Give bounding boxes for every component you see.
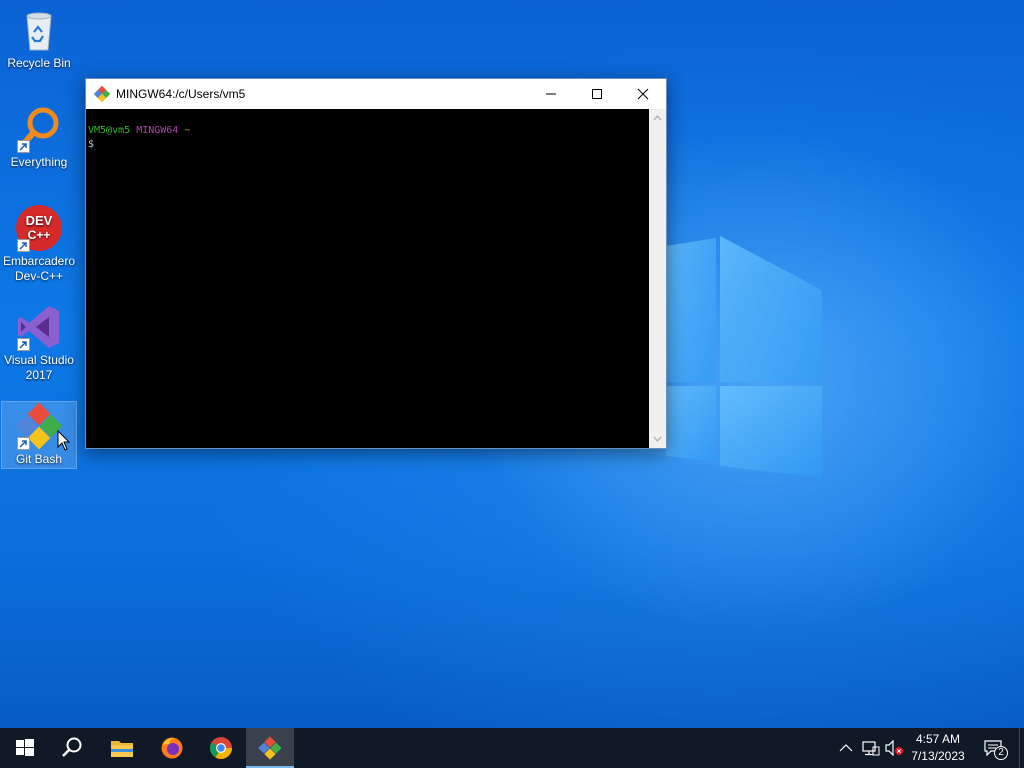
window-title: MINGW64:/c/Users/vm5 bbox=[116, 87, 246, 101]
terminal-area[interactable]: VM5@vm5 MINGW64 ~ $ bbox=[86, 109, 649, 448]
svg-text:DEV: DEV bbox=[26, 213, 53, 228]
scroll-up-icon bbox=[653, 115, 662, 121]
clock[interactable]: 4:57 AM 7/13/2023 bbox=[906, 731, 970, 765]
prompt-shell: MINGW64 bbox=[136, 125, 179, 136]
devcpp-icon: DEV C++ bbox=[15, 204, 63, 252]
show-desktop-button[interactable] bbox=[1019, 728, 1024, 768]
scroll-down-icon bbox=[653, 436, 662, 442]
maximize-button[interactable] bbox=[574, 79, 620, 109]
prompt-symbol: $ bbox=[88, 139, 95, 150]
taskbar: 4:57 AM 7/13/2023 2 bbox=[0, 728, 1024, 768]
taskbar-chrome[interactable] bbox=[197, 728, 245, 768]
prompt-line: VM5@vm5 MINGW64 ~ bbox=[88, 124, 190, 138]
desktop-icon-recycle-bin[interactable]: Recycle Bin bbox=[2, 6, 76, 71]
visual-studio-icon bbox=[15, 303, 63, 351]
git-bash-icon bbox=[15, 402, 63, 450]
git-bash-icon bbox=[94, 86, 110, 102]
desktop-icon-visual-studio[interactable]: Visual Studio 2017 bbox=[2, 303, 76, 383]
desktop-icon-label: Recycle Bin bbox=[7, 56, 71, 70]
shortcut-arrow-icon bbox=[17, 239, 30, 252]
start-button[interactable] bbox=[0, 728, 48, 768]
everything-search-icon bbox=[15, 105, 63, 153]
volume-muted-icon[interactable] bbox=[884, 740, 904, 756]
mouse-cursor-icon bbox=[57, 430, 71, 451]
notification-count: 2 bbox=[998, 747, 1004, 758]
taskbar-git-bash[interactable] bbox=[246, 728, 294, 768]
shortcut-arrow-icon bbox=[17, 437, 30, 450]
search-icon bbox=[62, 737, 82, 757]
prompt-path: ~ bbox=[184, 125, 191, 136]
notification-badge: 2 bbox=[994, 746, 1008, 760]
taskbar-firefox[interactable] bbox=[148, 728, 196, 768]
desktop-icon-label: Embarcadero Dev-C++ bbox=[2, 254, 76, 283]
desktop-icon-everything[interactable]: Everything bbox=[2, 105, 76, 170]
close-icon bbox=[637, 88, 649, 100]
clock-time: 4:57 AM bbox=[915, 732, 961, 746]
maximize-icon bbox=[592, 89, 602, 99]
desktop-icon-label: Visual Studio 2017 bbox=[4, 353, 74, 382]
network-icon[interactable] bbox=[862, 740, 880, 756]
desktop-icon-devcpp[interactable]: DEV C++ Embarcadero Dev-C++ bbox=[2, 204, 76, 284]
file-explorer-icon bbox=[111, 741, 133, 757]
chevron-up-icon[interactable] bbox=[838, 742, 854, 754]
clock-date: 7/13/2023 bbox=[911, 749, 965, 763]
start-icon bbox=[16, 739, 34, 756]
desktop-icon-label: Git Bash bbox=[15, 452, 63, 466]
git-bash-icon bbox=[258, 736, 282, 760]
chrome-icon bbox=[210, 737, 232, 759]
search-button[interactable] bbox=[48, 728, 96, 768]
taskbar-file-explorer[interactable] bbox=[98, 728, 146, 768]
prompt-user-host: VM5@vm5 bbox=[88, 125, 131, 136]
window-titlebar[interactable]: MINGW64:/c/Users/vm5 bbox=[86, 79, 666, 109]
action-center-button[interactable]: 2 bbox=[978, 728, 1018, 768]
shortcut-arrow-icon bbox=[17, 140, 30, 153]
close-button[interactable] bbox=[620, 79, 666, 109]
svg-text:C++: C++ bbox=[28, 228, 51, 242]
firefox-icon bbox=[161, 737, 183, 759]
shortcut-arrow-icon bbox=[17, 338, 30, 351]
desktop-icon-label: Everything bbox=[10, 155, 68, 169]
vertical-scrollbar[interactable] bbox=[649, 109, 666, 448]
minimize-button[interactable] bbox=[528, 79, 574, 109]
git-bash-window[interactable]: MINGW64:/c/Users/vm5 VM5@vm5 MINGW64 ~ $ bbox=[85, 78, 667, 449]
minimize-icon bbox=[546, 93, 556, 95]
recycle-bin-icon bbox=[15, 6, 63, 54]
